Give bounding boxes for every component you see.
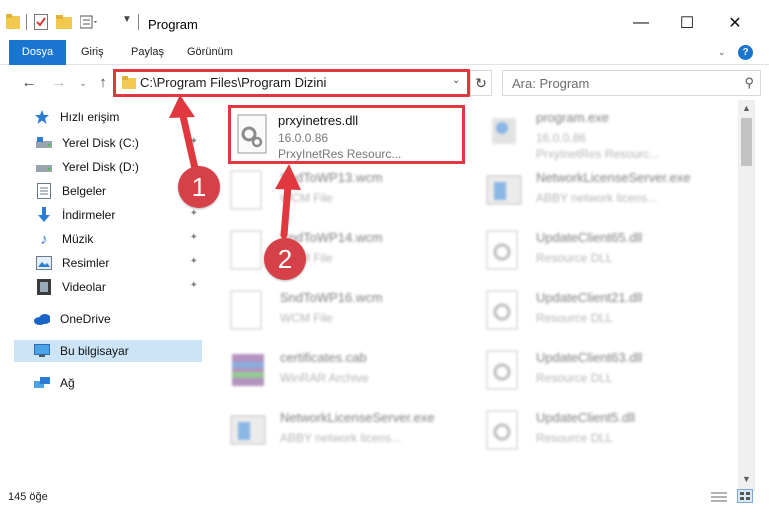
step-badge-1: 1 <box>178 166 220 208</box>
annotation-arrows <box>169 95 301 239</box>
step-badge-2: 2 <box>264 238 306 280</box>
